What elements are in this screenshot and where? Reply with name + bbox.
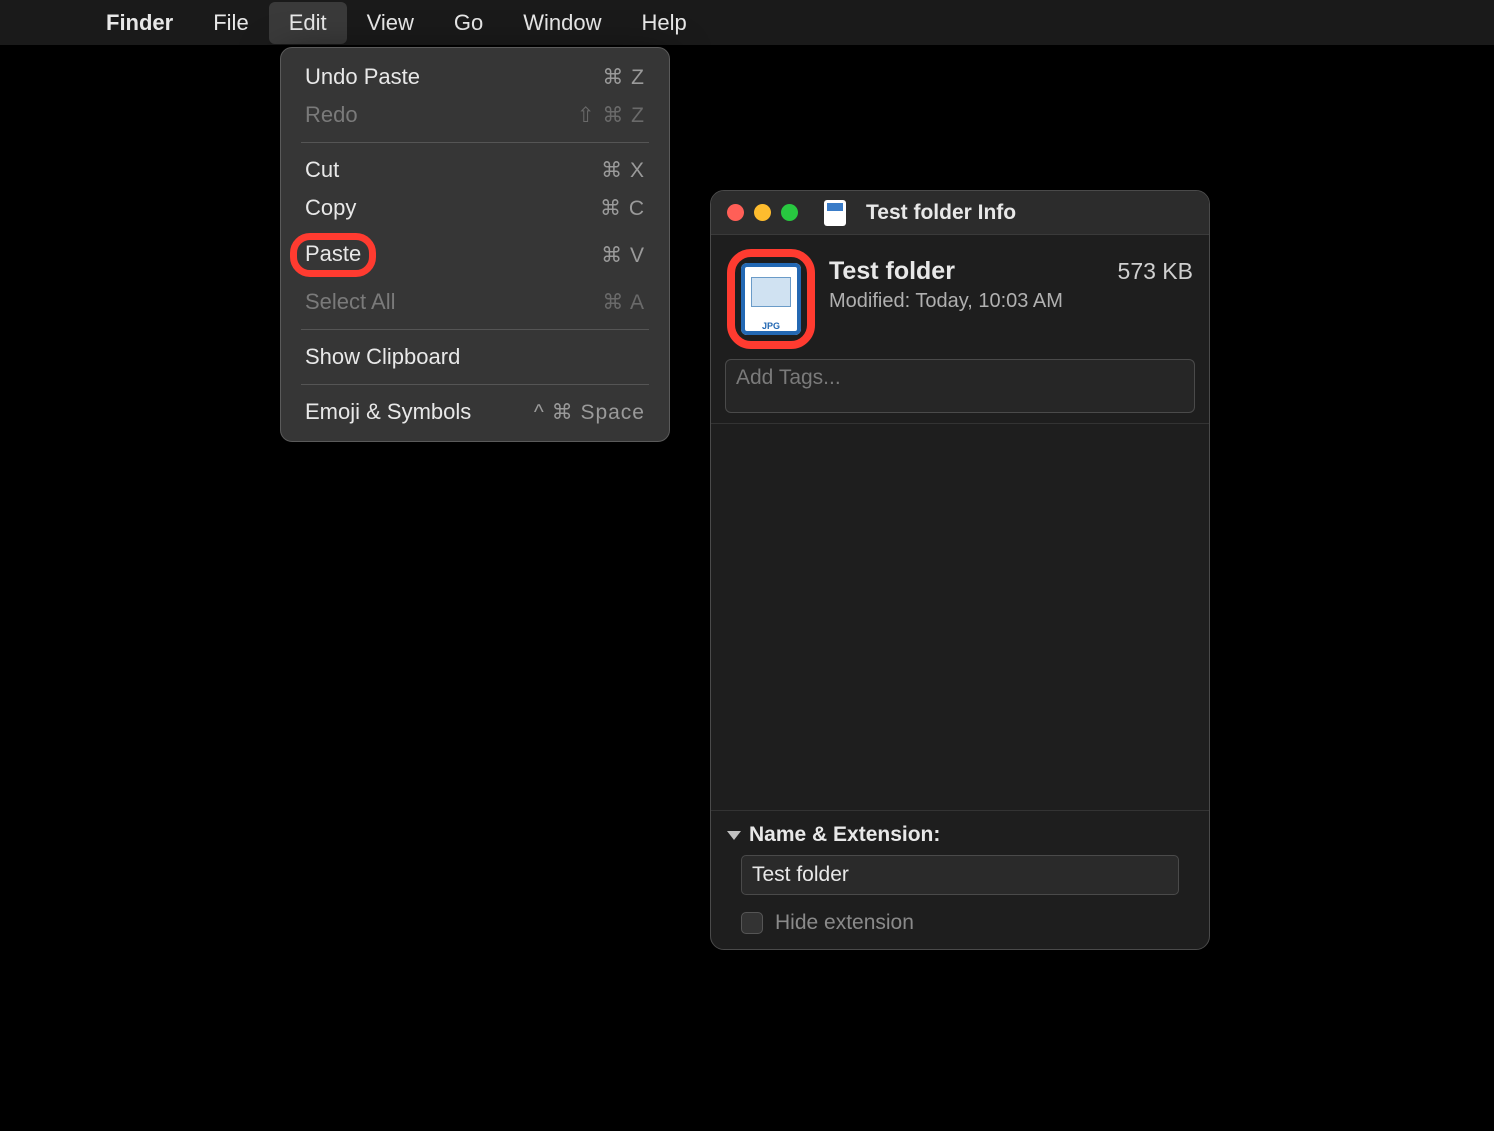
menu-item-label: Paste [305, 241, 361, 266]
chevron-down-icon [727, 831, 741, 840]
menu-item-shortcut: ⌘ Z [602, 65, 645, 90]
menubar: Finder File Edit View Go Window Help [0, 0, 1494, 45]
window-title: Test folder Info [866, 201, 1016, 225]
window-titlebar[interactable]: Test folder Info [711, 191, 1209, 235]
info-summary-section: Test folder 573 KB Modified: Today, 10:0… [711, 235, 1209, 355]
section-name-and-extension[interactable]: Name & Extension: [711, 811, 1209, 855]
menu-item-shortcut: ⌘ X [601, 158, 645, 183]
menu-item-shortcut: ⌘ C [600, 196, 645, 221]
menu-item-shortcut: ⌘ A [602, 290, 645, 315]
window-minimize-button[interactable] [754, 204, 771, 221]
menu-item-show-clipboard[interactable]: Show Clipboard [281, 338, 669, 376]
name-extension-input[interactable]: Test folder [741, 855, 1179, 895]
menu-item-label: Show Clipboard [305, 344, 460, 370]
menubar-app-name[interactable]: Finder [86, 2, 193, 44]
info-modified-label: Modified: [829, 290, 910, 312]
menubar-item-view[interactable]: View [347, 2, 434, 44]
menu-item-select-all: Select All ⌘ A [281, 283, 669, 321]
menu-item-label: Emoji & Symbols [305, 399, 471, 425]
edit-menu-dropdown: Undo Paste ⌘ Z Redo ⇧ ⌘ Z Cut ⌘ X Copy ⌘… [280, 47, 670, 442]
tags-placeholder: Add Tags... [736, 366, 841, 389]
menu-item-cut[interactable]: Cut ⌘ X [281, 151, 669, 189]
menubar-item-edit[interactable]: Edit [269, 2, 347, 44]
menu-separator [301, 329, 649, 330]
menubar-item-help[interactable]: Help [622, 2, 707, 44]
collapsed-sections-area [711, 423, 1209, 811]
section-title: Name & Extension: [749, 823, 940, 847]
file-preview-icon[interactable] [741, 263, 801, 335]
window-close-button[interactable] [727, 204, 744, 221]
menubar-item-go[interactable]: Go [434, 2, 503, 44]
window-zoom-button[interactable] [781, 204, 798, 221]
menu-item-shortcut: ^ ⌘ Space [534, 400, 645, 425]
menu-item-label: Copy [305, 195, 356, 221]
menu-item-shortcut: ⌘ V [601, 243, 645, 268]
file-icon [824, 200, 846, 226]
name-extension-value: Test folder [752, 863, 849, 887]
menu-item-paste[interactable]: Paste ⌘ V [281, 227, 669, 283]
info-modified-value: Today, 10:03 AM [915, 290, 1063, 312]
info-file-name: Test folder [829, 257, 955, 286]
get-info-window: Test folder Info Test folder 573 KB Modi… [710, 190, 1210, 950]
info-file-size: 573 KB [1118, 258, 1193, 285]
menu-item-copy[interactable]: Copy ⌘ C [281, 189, 669, 227]
tags-input[interactable]: Add Tags... [725, 359, 1195, 413]
apple-logo-icon[interactable] [30, 10, 56, 36]
annotation-highlight-icon [727, 249, 815, 349]
menu-item-label: Undo Paste [305, 64, 420, 90]
menu-item-label: Select All [305, 289, 396, 315]
menubar-item-file[interactable]: File [193, 2, 268, 44]
info-modified-line: Modified: Today, 10:03 AM [829, 290, 1193, 313]
menu-item-shortcut: ⇧ ⌘ Z [577, 103, 645, 128]
menu-item-emoji-symbols[interactable]: Emoji & Symbols ^ ⌘ Space [281, 393, 669, 431]
hide-extension-checkbox[interactable] [741, 912, 763, 934]
menu-item-undo-paste[interactable]: Undo Paste ⌘ Z [281, 58, 669, 96]
menubar-item-window[interactable]: Window [503, 2, 621, 44]
menu-separator [301, 142, 649, 143]
menu-separator [301, 384, 649, 385]
menu-item-label: Redo [305, 102, 358, 128]
menu-item-redo: Redo ⇧ ⌘ Z [281, 96, 669, 134]
hide-extension-row[interactable]: Hide extension [711, 905, 1209, 949]
menu-item-label: Cut [305, 157, 339, 183]
hide-extension-label: Hide extension [775, 911, 914, 935]
annotation-highlight-icon: Paste [290, 233, 376, 277]
